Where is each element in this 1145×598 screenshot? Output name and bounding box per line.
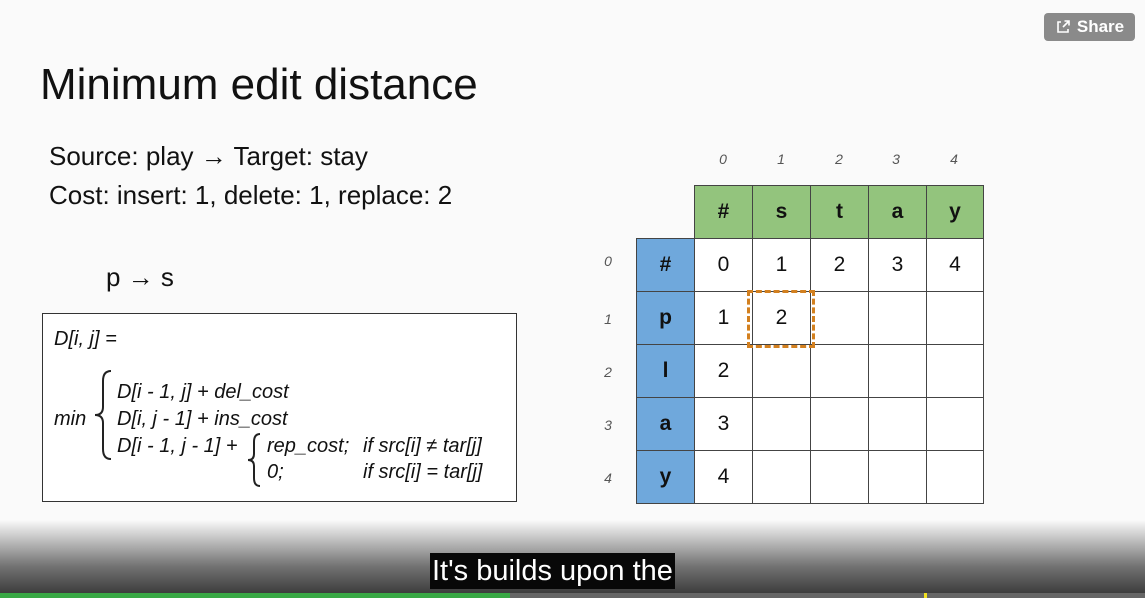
col-index: 3 <box>892 151 900 167</box>
col-index: 2 <box>835 151 843 167</box>
distance-cell: 1 <box>694 291 753 345</box>
formula-box: D[i, j] = min D[i - 1, j] + del_cost D[i… <box>42 313 517 502</box>
col-index: 1 <box>777 151 785 167</box>
target-header-cell: # <box>694 185 753 239</box>
slide-title: Minimum edit distance <box>40 60 478 109</box>
source-header-cell: # <box>636 238 695 292</box>
col-index: 0 <box>719 151 727 167</box>
distance-cell: 2 <box>810 238 869 292</box>
share-button[interactable]: Share <box>1044 13 1135 41</box>
example-transform: p → s <box>106 262 174 292</box>
distance-cell <box>926 291 984 345</box>
subtitle-caption: It's builds upon the <box>430 553 675 589</box>
distance-cell <box>868 397 927 451</box>
share-icon <box>1057 20 1070 33</box>
distance-cell: 3 <box>868 238 927 292</box>
target-header-cell: s <box>752 185 811 239</box>
distance-cell <box>752 344 811 398</box>
case-replace-cost: rep_cost; <box>267 435 350 457</box>
distance-cell <box>868 344 927 398</box>
distance-cell: 4 <box>694 450 753 504</box>
source-target-line: Source: play → Target: stay <box>49 141 368 171</box>
distance-cell <box>752 450 811 504</box>
target-header-cell: a <box>868 185 927 239</box>
current-cell-highlight <box>747 290 815 348</box>
distance-cell: 3 <box>694 397 753 451</box>
case-match-cond: if src[i] = tar[j] <box>363 461 483 483</box>
distance-cell <box>752 397 811 451</box>
distance-cell <box>810 291 869 345</box>
distance-cell <box>810 450 869 504</box>
row-index: 3 <box>604 417 612 433</box>
row-index: 0 <box>604 253 612 269</box>
distance-cell <box>926 450 984 504</box>
row-index: 4 <box>604 470 612 486</box>
distance-cell <box>926 397 984 451</box>
formula-head: D[i, j] = <box>54 328 117 350</box>
distance-cell: 2 <box>694 344 753 398</box>
progress-played <box>0 593 510 598</box>
distance-cell: 0 <box>694 238 753 292</box>
distance-cell: 4 <box>926 238 984 292</box>
cost-line: Cost: insert: 1, delete: 1, replace: 2 <box>49 180 453 210</box>
formula-row-insert: D[i, j - 1] + ins_cost <box>117 408 288 430</box>
source-header-cell: l <box>636 344 695 398</box>
inner-brace <box>247 433 261 487</box>
col-index: 4 <box>950 151 958 167</box>
row-index: 2 <box>604 364 612 380</box>
target-header-cell: y <box>926 185 984 239</box>
row-index: 1 <box>604 311 612 327</box>
source-header-cell: p <box>636 291 695 345</box>
distance-cell <box>868 291 927 345</box>
distance-cell: 1 <box>752 238 811 292</box>
formula-row-delete: D[i - 1, j] + del_cost <box>117 381 289 403</box>
distance-cell <box>810 344 869 398</box>
target-header-cell: t <box>810 185 869 239</box>
distance-cell <box>926 344 984 398</box>
formula-min: min <box>54 408 87 430</box>
chapter-marker <box>924 593 927 598</box>
formula-row-replace: D[i - 1, j - 1] + <box>117 435 238 457</box>
share-label: Share <box>1076 17 1125 36</box>
case-replace-cond: if src[i] ≠ tar[j] <box>363 435 482 457</box>
left-brace <box>94 370 112 460</box>
source-header-cell: a <box>636 397 695 451</box>
source-header-cell: y <box>636 450 695 504</box>
distance-cell <box>810 397 869 451</box>
distance-cell <box>868 450 927 504</box>
case-match-cost: 0; <box>267 461 284 483</box>
